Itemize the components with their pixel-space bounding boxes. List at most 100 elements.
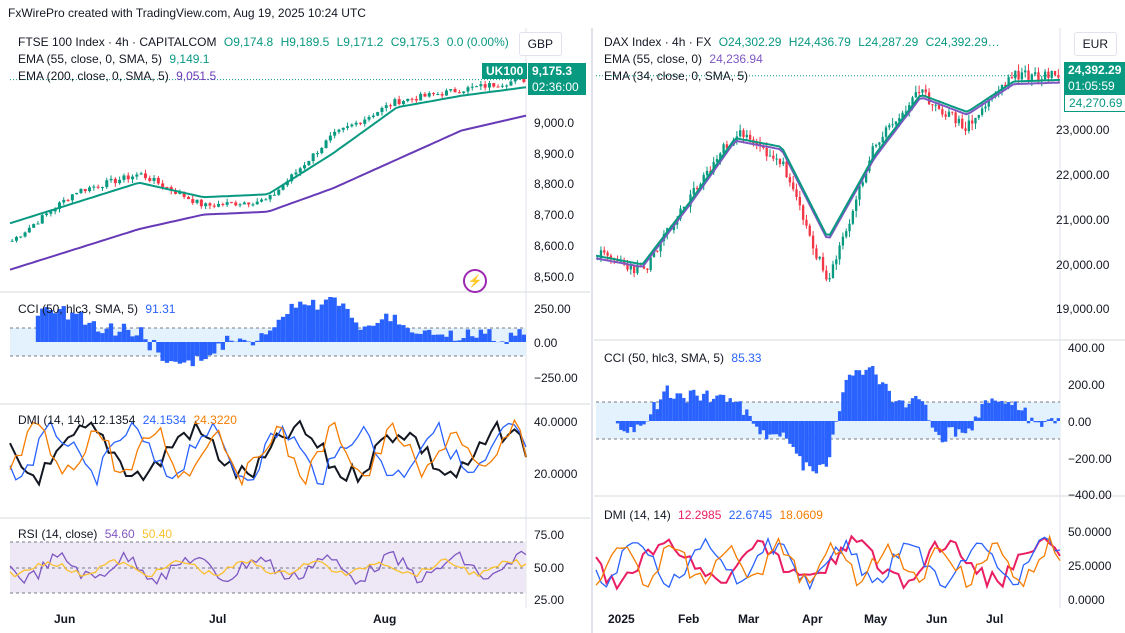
candle-body xyxy=(861,182,864,186)
cci-bar xyxy=(765,421,769,440)
cci-bar xyxy=(521,334,526,342)
candle-body xyxy=(805,219,808,226)
candle-body xyxy=(217,203,221,207)
cci-bar xyxy=(1053,421,1057,424)
ftse-chart-panel[interactable]: FTSE 100 Index · 4h · CAPITALCOM O9,174.… xyxy=(0,28,590,633)
cci-bar xyxy=(801,421,805,471)
cci-bar xyxy=(761,421,766,431)
candle-body xyxy=(785,161,788,178)
cci-bar xyxy=(857,370,862,421)
candle-body xyxy=(765,148,768,157)
candle-body xyxy=(191,199,195,203)
dax-currency-button[interactable]: EUR xyxy=(1073,32,1117,56)
cci-bar xyxy=(900,400,905,421)
cci-bar xyxy=(798,421,802,457)
cci-bar xyxy=(993,400,998,421)
candle-body xyxy=(1027,70,1030,80)
dax-dmi-label: DMI (14, 14) xyxy=(604,508,671,522)
dax-chart-panel[interactable]: DAX Index · 4h · FX O24,302.29 H24,436.7… xyxy=(594,28,1125,633)
candle-body xyxy=(894,121,898,125)
candle-body xyxy=(40,215,44,224)
cci-bar xyxy=(1043,421,1047,422)
cci-bar xyxy=(755,421,759,427)
ftse-price-tick: 8,900.0 xyxy=(534,147,575,161)
dax-ema34-label: EMA (34, close, 0, SMA, 5) xyxy=(604,69,749,83)
ftse-ema55-legend: EMA (55, close, 0, SMA, 5) 9,149.1 xyxy=(18,51,213,68)
cci-bar xyxy=(74,313,79,342)
dax-price-tick: 19,000.00 xyxy=(1056,302,1110,316)
cci-bar xyxy=(688,390,693,421)
candle-body xyxy=(380,107,384,113)
candle-body xyxy=(320,147,324,154)
candle-body xyxy=(483,84,487,88)
dax-chart-canvas[interactable] xyxy=(594,28,1125,633)
ftse-rsi-legend: RSI (14, close) 54.60 50.40 xyxy=(18,526,176,543)
ftse-rsi-value: 54.60 xyxy=(104,527,135,541)
cci-bar xyxy=(418,333,423,342)
cci-bar xyxy=(134,335,139,342)
ftse-currency-button[interactable]: GBP xyxy=(518,32,562,56)
cci-bar xyxy=(409,332,415,342)
cci-bar xyxy=(457,340,462,342)
candle-body xyxy=(798,196,801,206)
cci-bar xyxy=(293,307,299,342)
candle-body xyxy=(1014,70,1017,79)
cci-bar xyxy=(35,315,41,342)
dax-price-tick: 21,000.00 xyxy=(1056,213,1110,227)
cci-bar xyxy=(642,421,646,425)
candle-body xyxy=(646,268,649,270)
candle-body xyxy=(739,130,742,137)
candle-body xyxy=(808,225,811,236)
ftse-cci-tick: −250.00 xyxy=(534,371,578,385)
cci-bar xyxy=(349,317,354,342)
cci-bar xyxy=(887,390,891,421)
ftse-ema200-legend: EMA (200, close, 0, SMA, 5) 9,051.5 xyxy=(18,68,220,85)
lightning-alert-icon[interactable]: ⚡ xyxy=(463,269,487,293)
candle-body xyxy=(109,178,113,181)
cci-bar xyxy=(121,323,127,342)
cci-bar xyxy=(847,374,852,421)
candle-body xyxy=(941,109,944,115)
cci-bar xyxy=(698,400,703,421)
dmi-line-0 xyxy=(595,534,1061,591)
dax-dmi-legend: DMI (14, 14) 12.2985 22.6745 18.0609 xyxy=(604,507,827,524)
cci-bar xyxy=(332,297,337,342)
cci-bar xyxy=(280,316,286,342)
cci-bar xyxy=(427,329,432,342)
cci-bar xyxy=(980,404,984,421)
candle-body xyxy=(337,129,341,132)
ftse-rsi-ma: 50.40 xyxy=(142,527,173,541)
cci-bar xyxy=(920,401,925,421)
candle-body xyxy=(782,161,785,165)
candle-body xyxy=(891,124,894,126)
candle-body xyxy=(105,180,109,188)
candle-body xyxy=(83,188,87,192)
ftse-ema55-value: 9,149.1 xyxy=(169,52,210,66)
dax-dmi-minus: 18.0609 xyxy=(779,508,823,522)
cci-bar xyxy=(108,323,114,342)
candle-body xyxy=(505,85,509,87)
cci-bar xyxy=(947,421,951,428)
cci-bar xyxy=(854,370,858,421)
ftse-last-price-tag: 9,175.3 xyxy=(528,63,586,79)
candle-body xyxy=(695,187,699,189)
cci-bar xyxy=(384,313,389,342)
cci-bar xyxy=(672,398,676,421)
cci-bar xyxy=(139,327,144,342)
cci-bar xyxy=(504,342,509,344)
candle-body xyxy=(346,126,350,128)
candle-body xyxy=(401,101,405,105)
cci-bar xyxy=(678,393,683,421)
cci-bar xyxy=(126,329,131,342)
ftse-open: O9,174.8 xyxy=(223,35,274,49)
candle-body xyxy=(954,112,957,124)
dax-low: L24,287.29 xyxy=(858,35,919,49)
candle-body xyxy=(449,89,453,91)
cci-bar xyxy=(649,414,653,421)
cci-bar xyxy=(151,339,157,342)
cci-bar xyxy=(435,334,440,342)
dax-dmi-tick: 50.0000 xyxy=(1068,525,1112,539)
cci-bar xyxy=(874,374,878,421)
cci-bar xyxy=(250,342,256,346)
cci-bar xyxy=(388,321,393,342)
